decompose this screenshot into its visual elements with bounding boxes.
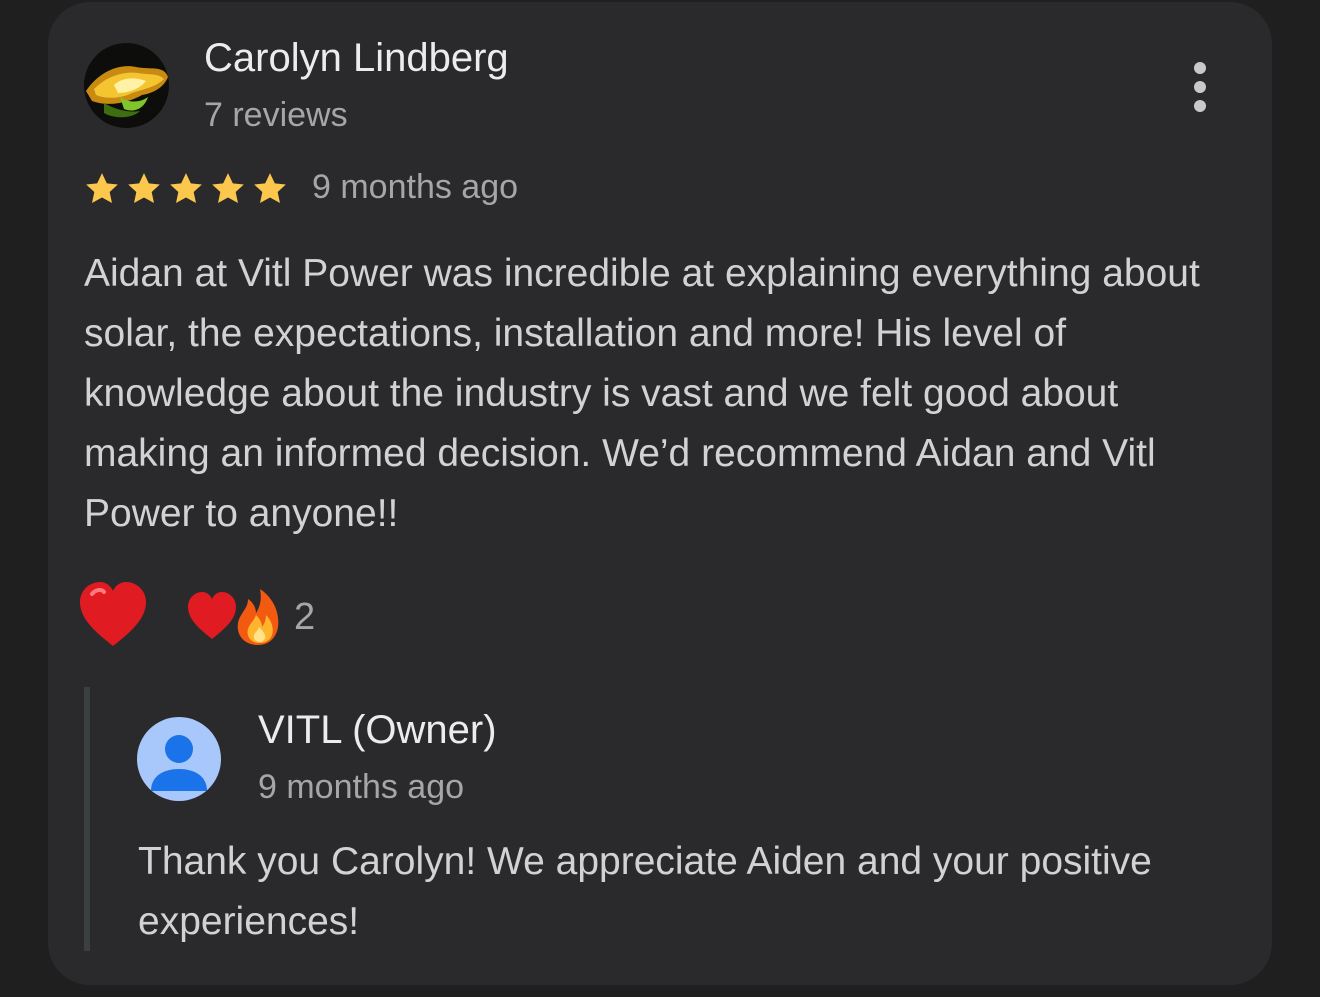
owner-name: VITL (Owner) [258,708,497,752]
owner-reply-text: Thank you Carolyn! We appreciate Aiden a… [138,840,1152,943]
owner-reply-date: 9 months ago [258,768,465,806]
star-rating [82,166,290,212]
star-icon [128,173,160,203]
fire-icon [237,589,279,645]
reply-divider [84,687,90,951]
star-icon [254,173,286,203]
reviewer-avatar[interactable] [84,43,169,128]
more-options-button[interactable] [1176,56,1224,122]
add-reaction-button[interactable] [78,580,148,652]
reaction-count: 2 [294,595,316,638]
reviewer-name[interactable]: Carolyn Lindberg [204,36,509,81]
star-icon [212,173,244,203]
owner-avatar [137,717,221,801]
reaction-icons [188,589,279,645]
reviewer-review-count[interactable]: 7 reviews [204,96,348,135]
review-card: Carolyn Lindberg 7 reviews 9 months ago … [48,2,1272,985]
star-icon [86,173,118,203]
reaction-summary[interactable]: 2 [186,582,315,652]
review-date: 9 months ago [312,168,519,206]
star-icon [170,173,202,203]
person-icon [151,735,207,791]
more-vert-icon [1194,62,1206,112]
red-heart-icon [188,592,236,639]
red-heart-icon [80,582,146,646]
review-text: Aidan at Vitl Power was incredible at ex… [84,252,1200,535]
